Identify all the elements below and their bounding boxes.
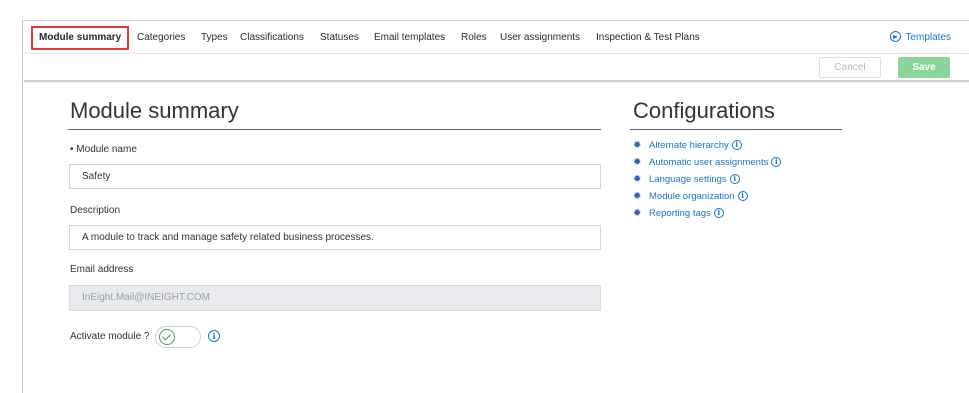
templates-link-label: Templates bbox=[905, 32, 951, 43]
cancel-button[interactable]: Cancel bbox=[819, 57, 881, 78]
config-alternate-hierarchy[interactable]: ✹ Alternate hierarchy i bbox=[633, 138, 742, 154]
module-tab-bar: Module summary Categories Types Classifi… bbox=[24, 22, 969, 54]
activate-module-toggle[interactable] bbox=[155, 326, 201, 348]
config-language-settings[interactable]: ✹ Language settings i bbox=[633, 172, 740, 188]
tab-roles[interactable]: Roles bbox=[461, 22, 487, 54]
info-icon[interactable]: i bbox=[737, 191, 748, 201]
config-item-label: Language settings bbox=[649, 174, 727, 185]
info-icon[interactable]: i bbox=[713, 208, 724, 218]
info-icon[interactable]: i bbox=[771, 157, 782, 167]
configurations-heading: Configurations bbox=[633, 98, 775, 123]
module-name-label: • Module name bbox=[70, 144, 137, 155]
info-icon[interactable]: i bbox=[731, 140, 742, 150]
info-icon[interactable]: i bbox=[208, 330, 220, 342]
tab-user-assignments[interactable]: User assignments bbox=[500, 22, 580, 54]
arrow-circle-right-icon bbox=[890, 31, 902, 42]
gear-icon: ✹ bbox=[633, 140, 642, 151]
config-reporting-tags[interactable]: ✹ Reporting tags i bbox=[633, 206, 724, 222]
tab-statuses[interactable]: Statuses bbox=[320, 22, 359, 54]
tab-module-summary[interactable]: Module summary bbox=[31, 26, 130, 50]
module-name-field[interactable]: Safety bbox=[69, 164, 601, 189]
gear-icon: ✹ bbox=[633, 191, 642, 202]
tab-classifications[interactable]: Classifications bbox=[240, 22, 304, 54]
module-name-label-text: Module name bbox=[76, 144, 137, 155]
configurations-divider bbox=[630, 129, 842, 130]
tab-types[interactable]: Types bbox=[201, 22, 228, 54]
module-summary-heading: Module summary bbox=[70, 98, 239, 123]
gear-icon: ✹ bbox=[633, 157, 642, 168]
description-field[interactable]: A module to track and manage safety rela… bbox=[69, 225, 601, 250]
tab-inspection-test-plans[interactable]: Inspection & Test Plans bbox=[596, 22, 700, 54]
config-item-label: Alternate hierarchy bbox=[649, 140, 729, 151]
activate-module-label: Activate module ? bbox=[70, 331, 150, 342]
tab-categories[interactable]: Categories bbox=[137, 22, 185, 54]
description-label: Description bbox=[70, 205, 121, 216]
save-button[interactable]: Save bbox=[898, 57, 950, 78]
config-module-organization[interactable]: ✹ Module organization i bbox=[633, 189, 748, 205]
gear-icon: ✹ bbox=[633, 208, 642, 219]
gear-icon: ✹ bbox=[633, 174, 642, 185]
required-marker: • bbox=[70, 144, 74, 155]
config-item-label: Module organization bbox=[649, 191, 735, 202]
module-summary-divider bbox=[68, 129, 601, 130]
tab-email-templates[interactable]: Email templates bbox=[374, 22, 445, 54]
email-address-field: InEight.Mail@INEIGHT.COM bbox=[69, 285, 601, 311]
config-automatic-user-assignments[interactable]: ✹ Automatic user assignments i bbox=[633, 155, 782, 171]
email-address-label: Email address bbox=[70, 264, 134, 275]
check-icon bbox=[159, 329, 175, 345]
config-item-label: Reporting tags bbox=[649, 208, 711, 219]
info-icon[interactable]: i bbox=[729, 174, 740, 184]
config-item-label: Automatic user assignments bbox=[649, 157, 769, 168]
templates-link[interactable]: Templates bbox=[890, 22, 951, 54]
action-bar: Cancel Save bbox=[24, 54, 969, 82]
